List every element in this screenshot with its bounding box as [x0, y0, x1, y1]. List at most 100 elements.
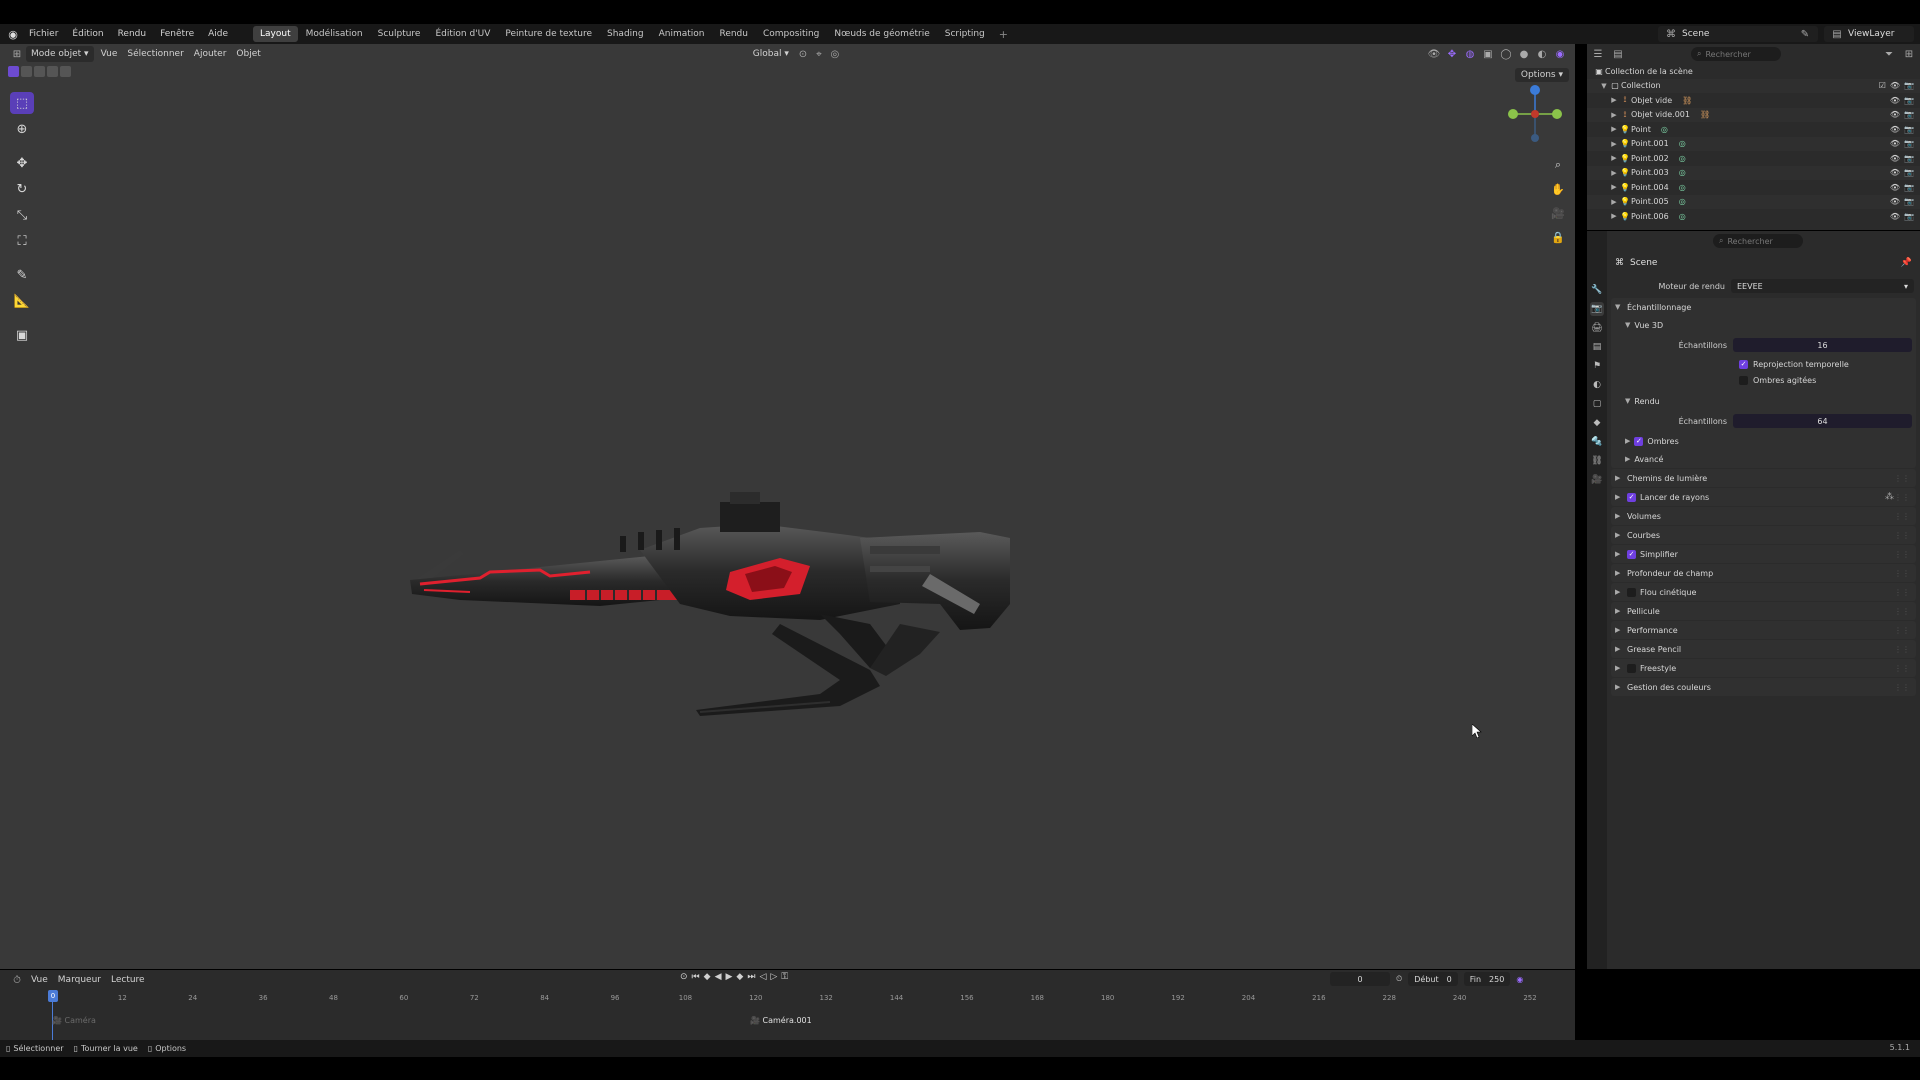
eye-icon[interactable]: 👁: [1890, 154, 1900, 163]
menu-item[interactable]: Rendu: [111, 24, 154, 44]
drag-handle-icon[interactable]: ⋮⋮: [1894, 664, 1910, 673]
pivot-icon[interactable]: ⊙: [796, 47, 810, 61]
advanced-subpanel-header[interactable]: ▶ Avancé: [1611, 450, 1916, 468]
visibility-icon[interactable]: 👁: [1427, 47, 1441, 61]
shading-material-icon[interactable]: ◐: [1535, 47, 1549, 61]
scene-selector[interactable]: ⌘ Scene ✎: [1658, 26, 1818, 42]
menu-item[interactable]: Édition: [65, 24, 110, 44]
camera-icon[interactable]: 📷: [1904, 168, 1914, 177]
prev-keyframe-icon[interactable]: ◆: [704, 972, 711, 982]
transform-tool-icon[interactable]: ⛶: [10, 230, 34, 252]
render-tab-icon[interactable]: 📷: [1590, 302, 1604, 316]
menu-item[interactable]: Fichier: [22, 24, 65, 44]
filter-icon[interactable]: ⏷: [1882, 47, 1896, 61]
jittered-shadows-checkbox[interactable]: [1739, 375, 1748, 385]
modifiers-tab-icon[interactable]: 🔩: [1590, 435, 1604, 449]
chevron-down-icon[interactable]: ▼: [1599, 82, 1609, 90]
chevron-right-icon[interactable]: ▶: [1609, 111, 1619, 119]
object-tab-icon[interactable]: ◆: [1590, 416, 1604, 430]
render-panel-header[interactable]: ▶ ✓ Lancer de rayons ⁂ ⋮⋮: [1611, 488, 1916, 506]
constraints-tab-icon[interactable]: ⛓: [1590, 454, 1604, 468]
chevron-right-icon[interactable]: ▶: [1609, 154, 1619, 162]
camera-icon[interactable]: 📷: [1904, 81, 1914, 90]
viewport-menu-item[interactable]: Objet: [231, 46, 265, 62]
eye-icon[interactable]: 👁: [1890, 183, 1900, 192]
timeline-menu-item[interactable]: Marqueur: [53, 972, 106, 988]
measure-tool-icon[interactable]: 📐: [10, 290, 34, 312]
drag-handle-icon[interactable]: ⋮⋮: [1894, 626, 1910, 635]
camera-icon[interactable]: 📷: [1904, 110, 1914, 119]
overlay-icon[interactable]: ◍: [1463, 47, 1477, 61]
workspace-tab[interactable]: Scripting: [938, 26, 992, 42]
outliner-row[interactable]: ▶ 💡 Point.003 ◎ 👁 📷: [1587, 165, 1920, 180]
scene-tab-icon[interactable]: ⚑: [1590, 359, 1604, 373]
drag-handle-icon[interactable]: ⋮⋮: [1894, 588, 1910, 597]
collection-row[interactable]: ▼ ▢ Collection ☑ 👁 📷: [1587, 78, 1920, 93]
drag-handle-icon[interactable]: ⋮⋮: [1894, 683, 1910, 692]
lock-icon[interactable]: 🔒: [1549, 228, 1567, 246]
outliner-row[interactable]: ▶ ⟟ Objet vide ⛓ 👁 📷: [1587, 93, 1920, 108]
temporal-reprojection-row[interactable]: ✓ Reprojection temporelle: [1611, 356, 1916, 372]
outliner-row[interactable]: ▶ ⟟ Objet vide.001 ⛓ 👁 📷: [1587, 107, 1920, 122]
timeline-menu-item[interactable]: Lecture: [106, 972, 150, 988]
display-mode-icon[interactable]: ▤: [1611, 47, 1625, 61]
presets-icon[interactable]: ⁂: [1885, 492, 1894, 502]
chevron-right-icon[interactable]: ▶: [1609, 212, 1619, 220]
render-subpanel-header[interactable]: ▼ Rendu: [1611, 392, 1916, 410]
outliner-row[interactable]: ▶ 💡 Point.001 ◎ 👁 📷: [1587, 136, 1920, 151]
camera-marker[interactable]: 🎥 Caméra.001: [750, 1016, 812, 1025]
workspace-tab[interactable]: Sculpture: [371, 26, 428, 42]
render-panel-header[interactable]: ▶ ✓ Simplifier ⋮⋮: [1611, 545, 1916, 563]
eye-icon[interactable]: 👁: [1890, 197, 1900, 206]
chevron-right-icon[interactable]: ▶: [1609, 125, 1619, 133]
render-panel-header[interactable]: ▶ Gestion des couleurs ⋮⋮: [1611, 678, 1916, 696]
scale-tool-icon[interactable]: ⤡: [10, 204, 34, 226]
render-panel-header[interactable]: ▶ Chemins de lumière ⋮⋮: [1611, 469, 1916, 487]
start-frame-field[interactable]: Début 0: [1408, 972, 1458, 986]
shading-wireframe-icon[interactable]: ◯: [1499, 47, 1513, 61]
proportional-edit-icon[interactable]: ◎: [828, 47, 842, 61]
chevron-right-icon[interactable]: ▶: [1609, 169, 1619, 177]
menu-item[interactable]: Aide: [201, 24, 235, 44]
data-tab-icon[interactable]: 🎥: [1590, 473, 1604, 487]
end-frame-field[interactable]: Fin 250: [1463, 972, 1511, 986]
drag-handle-icon[interactable]: ⋮⋮: [1894, 493, 1910, 502]
chevron-right-icon[interactable]: ▶: [1609, 96, 1619, 104]
eye-icon[interactable]: 👁: [1890, 125, 1900, 134]
next-keyframe-icon[interactable]: ◆: [736, 972, 743, 982]
zoom-icon[interactable]: ⌕: [1549, 156, 1567, 174]
eye-icon[interactable]: 👁: [1890, 168, 1900, 177]
camera-icon[interactable]: 📷: [1904, 183, 1914, 192]
viewport-menu-item[interactable]: Vue: [96, 46, 123, 62]
jump-end-icon[interactable]: ⏭: [747, 972, 755, 982]
eye-icon[interactable]: 👁: [1890, 139, 1900, 148]
workspace-tab[interactable]: Peinture de texture: [498, 26, 599, 42]
pin-icon[interactable]: 📌: [1901, 258, 1912, 268]
blender-logo-icon[interactable]: ◉: [4, 25, 22, 43]
drag-handle-icon[interactable]: ⋮⋮: [1894, 569, 1910, 578]
pan-hand-icon[interactable]: ✋: [1549, 180, 1567, 198]
current-frame-field[interactable]: 0: [1330, 972, 1390, 986]
camera-marker[interactable]: 🎥 Caméra: [52, 1016, 96, 1025]
drag-handle-icon[interactable]: ⋮⋮: [1894, 550, 1910, 559]
collection-tab-icon[interactable]: ▢: [1590, 397, 1604, 411]
viewport-samples-field[interactable]: 16: [1733, 338, 1912, 352]
select-subtract-icon[interactable]: [34, 66, 45, 77]
play-icon[interactable]: ▶: [726, 972, 733, 982]
shadows-subpanel-header[interactable]: ▶ ✓ Ombres: [1611, 432, 1916, 450]
next-marker-icon[interactable]: ▷: [770, 972, 777, 982]
select-box-tool-icon[interactable]: ⬚: [10, 92, 34, 114]
checkbox-icon[interactable]: ☑: [1879, 81, 1886, 90]
shadows-checkbox[interactable]: ✓: [1634, 436, 1644, 446]
outliner-search-input[interactable]: ⌕ Rechercher: [1691, 47, 1781, 61]
add-cube-tool-icon[interactable]: ▣: [10, 324, 34, 346]
jittered-shadows-row[interactable]: Ombres agitées: [1611, 372, 1916, 388]
drag-handle-icon[interactable]: ⋮⋮: [1894, 645, 1910, 654]
render-panel-header[interactable]: ▶ Profondeur de champ ⋮⋮: [1611, 564, 1916, 582]
playback-options-icon[interactable]: ◉: [1516, 975, 1523, 984]
outliner-editor-icon[interactable]: ☰: [1591, 47, 1605, 61]
camera-icon[interactable]: 📷: [1904, 197, 1914, 206]
workspace-tab[interactable]: Layout: [253, 26, 298, 42]
weapon-model[interactable]: [400, 454, 1020, 754]
3d-viewport[interactable]: ⊞ Mode objet ▾ Vue Sélectionner Ajouter Obj…: [0, 44, 1575, 969]
